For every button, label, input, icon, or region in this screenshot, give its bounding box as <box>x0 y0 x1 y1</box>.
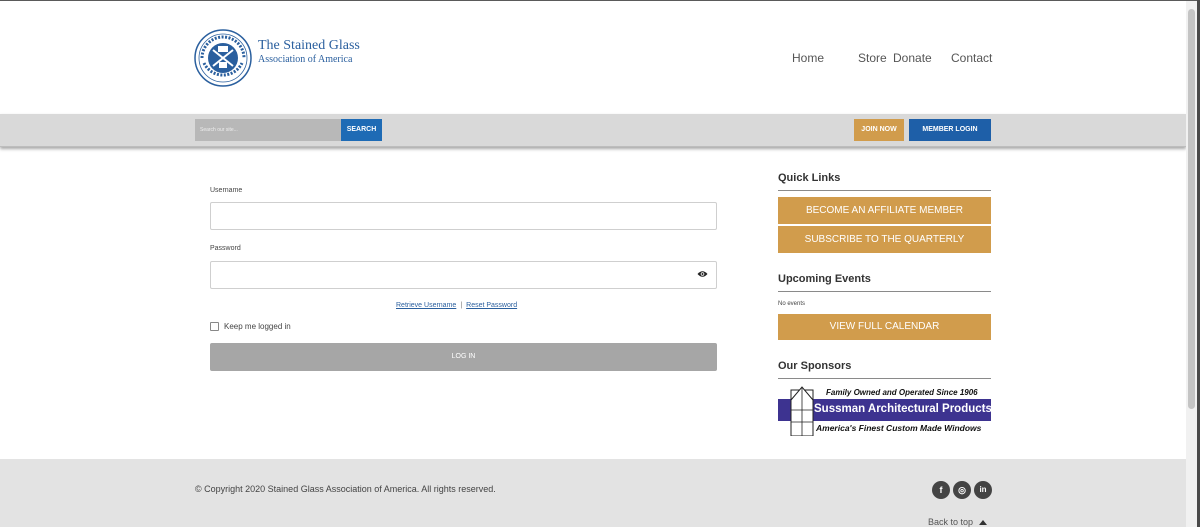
search-button[interactable]: SEARCH <box>341 119 382 141</box>
password-field[interactable] <box>210 261 717 289</box>
events-divider <box>778 291 991 292</box>
username-label: Username <box>210 187 243 194</box>
member-login-button[interactable]: MEMBER LOGIN <box>909 119 991 141</box>
facebook-icon[interactable]: f <box>932 481 950 499</box>
sponsors-divider <box>778 378 991 379</box>
nav-contact[interactable]: Contact <box>951 51 992 65</box>
log-in-button[interactable]: LOG IN <box>210 343 717 371</box>
nav-donate[interactable]: Donate <box>893 51 951 65</box>
username-field[interactable] <box>210 202 717 230</box>
no-events-text: No events <box>778 301 806 307</box>
linkedin-icon[interactable]: in <box>974 481 992 499</box>
association-seal-logo[interactable] <box>194 29 252 87</box>
keep-logged-in-label[interactable]: Keep me logged in <box>224 322 291 331</box>
site-footer: © Copyright 2020 Stained Glass Associati… <box>0 459 1186 527</box>
quick-links-divider <box>778 190 991 191</box>
view-calendar-button[interactable]: VIEW FULL CALENDAR <box>778 314 991 340</box>
brand-subtitle[interactable]: Association of America <box>258 54 352 65</box>
brand-title[interactable]: The Stained Glass <box>258 38 360 54</box>
sponsor-slogan: America's Finest Custom Made Windows <box>816 423 982 433</box>
sussman-sponsor-banner[interactable]: Family Owned and Operated Since 1906 Sus… <box>778 386 992 436</box>
instagram-icon[interactable]: ◎ <box>953 481 971 499</box>
sponsor-name: Sussman Architectural Products <box>814 403 992 415</box>
reset-password-link[interactable]: Reset Password <box>466 302 517 309</box>
link-separator: | <box>460 302 463 309</box>
nav-store[interactable]: Store <box>858 51 893 65</box>
upcoming-events-heading: Upcoming Events <box>778 273 871 285</box>
show-password-eye-icon[interactable] <box>697 270 708 278</box>
copyright-text: © Copyright 2020 Stained Glass Associati… <box>195 484 496 494</box>
page-scrollbar[interactable] <box>1186 1 1197 527</box>
scrollbar-thumb[interactable] <box>1188 9 1195 409</box>
sponsors-heading: Our Sponsors <box>778 360 852 372</box>
sponsor-suffix: LLC <box>982 405 990 410</box>
back-to-top-link[interactable]: Back to top <box>928 517 987 527</box>
affiliate-member-button[interactable]: BECOME AN AFFILIATE MEMBER <box>778 197 991 224</box>
site-header: The Stained Glass Association of America… <box>0 1 1186 114</box>
main-nav: Home Store Donate Contact <box>792 51 992 65</box>
password-label: Password <box>210 245 241 252</box>
search-input[interactable]: Search our site... <box>195 119 341 141</box>
join-now-button[interactable]: JOIN NOW <box>854 119 904 141</box>
quick-links-heading: Quick Links <box>778 172 841 184</box>
nav-home[interactable]: Home <box>792 51 858 65</box>
account-recovery-links: Retrieve Username | Reset Password <box>396 302 517 309</box>
subscribe-magazine-button[interactable]: SUBSCRIBE TO THE QUARTERLY MAGAZINE <box>778 226 991 272</box>
back-to-top-label: Back to top <box>928 517 974 527</box>
keep-logged-in-checkbox[interactable] <box>210 322 219 331</box>
sponsor-tagline: Family Owned and Operated Since 1906 <box>826 388 978 397</box>
utility-bar: Search our site... SEARCH JOIN NOW MEMBE… <box>0 114 1186 147</box>
chevron-up-icon <box>978 520 987 525</box>
retrieve-username-link[interactable]: Retrieve Username <box>396 302 456 309</box>
